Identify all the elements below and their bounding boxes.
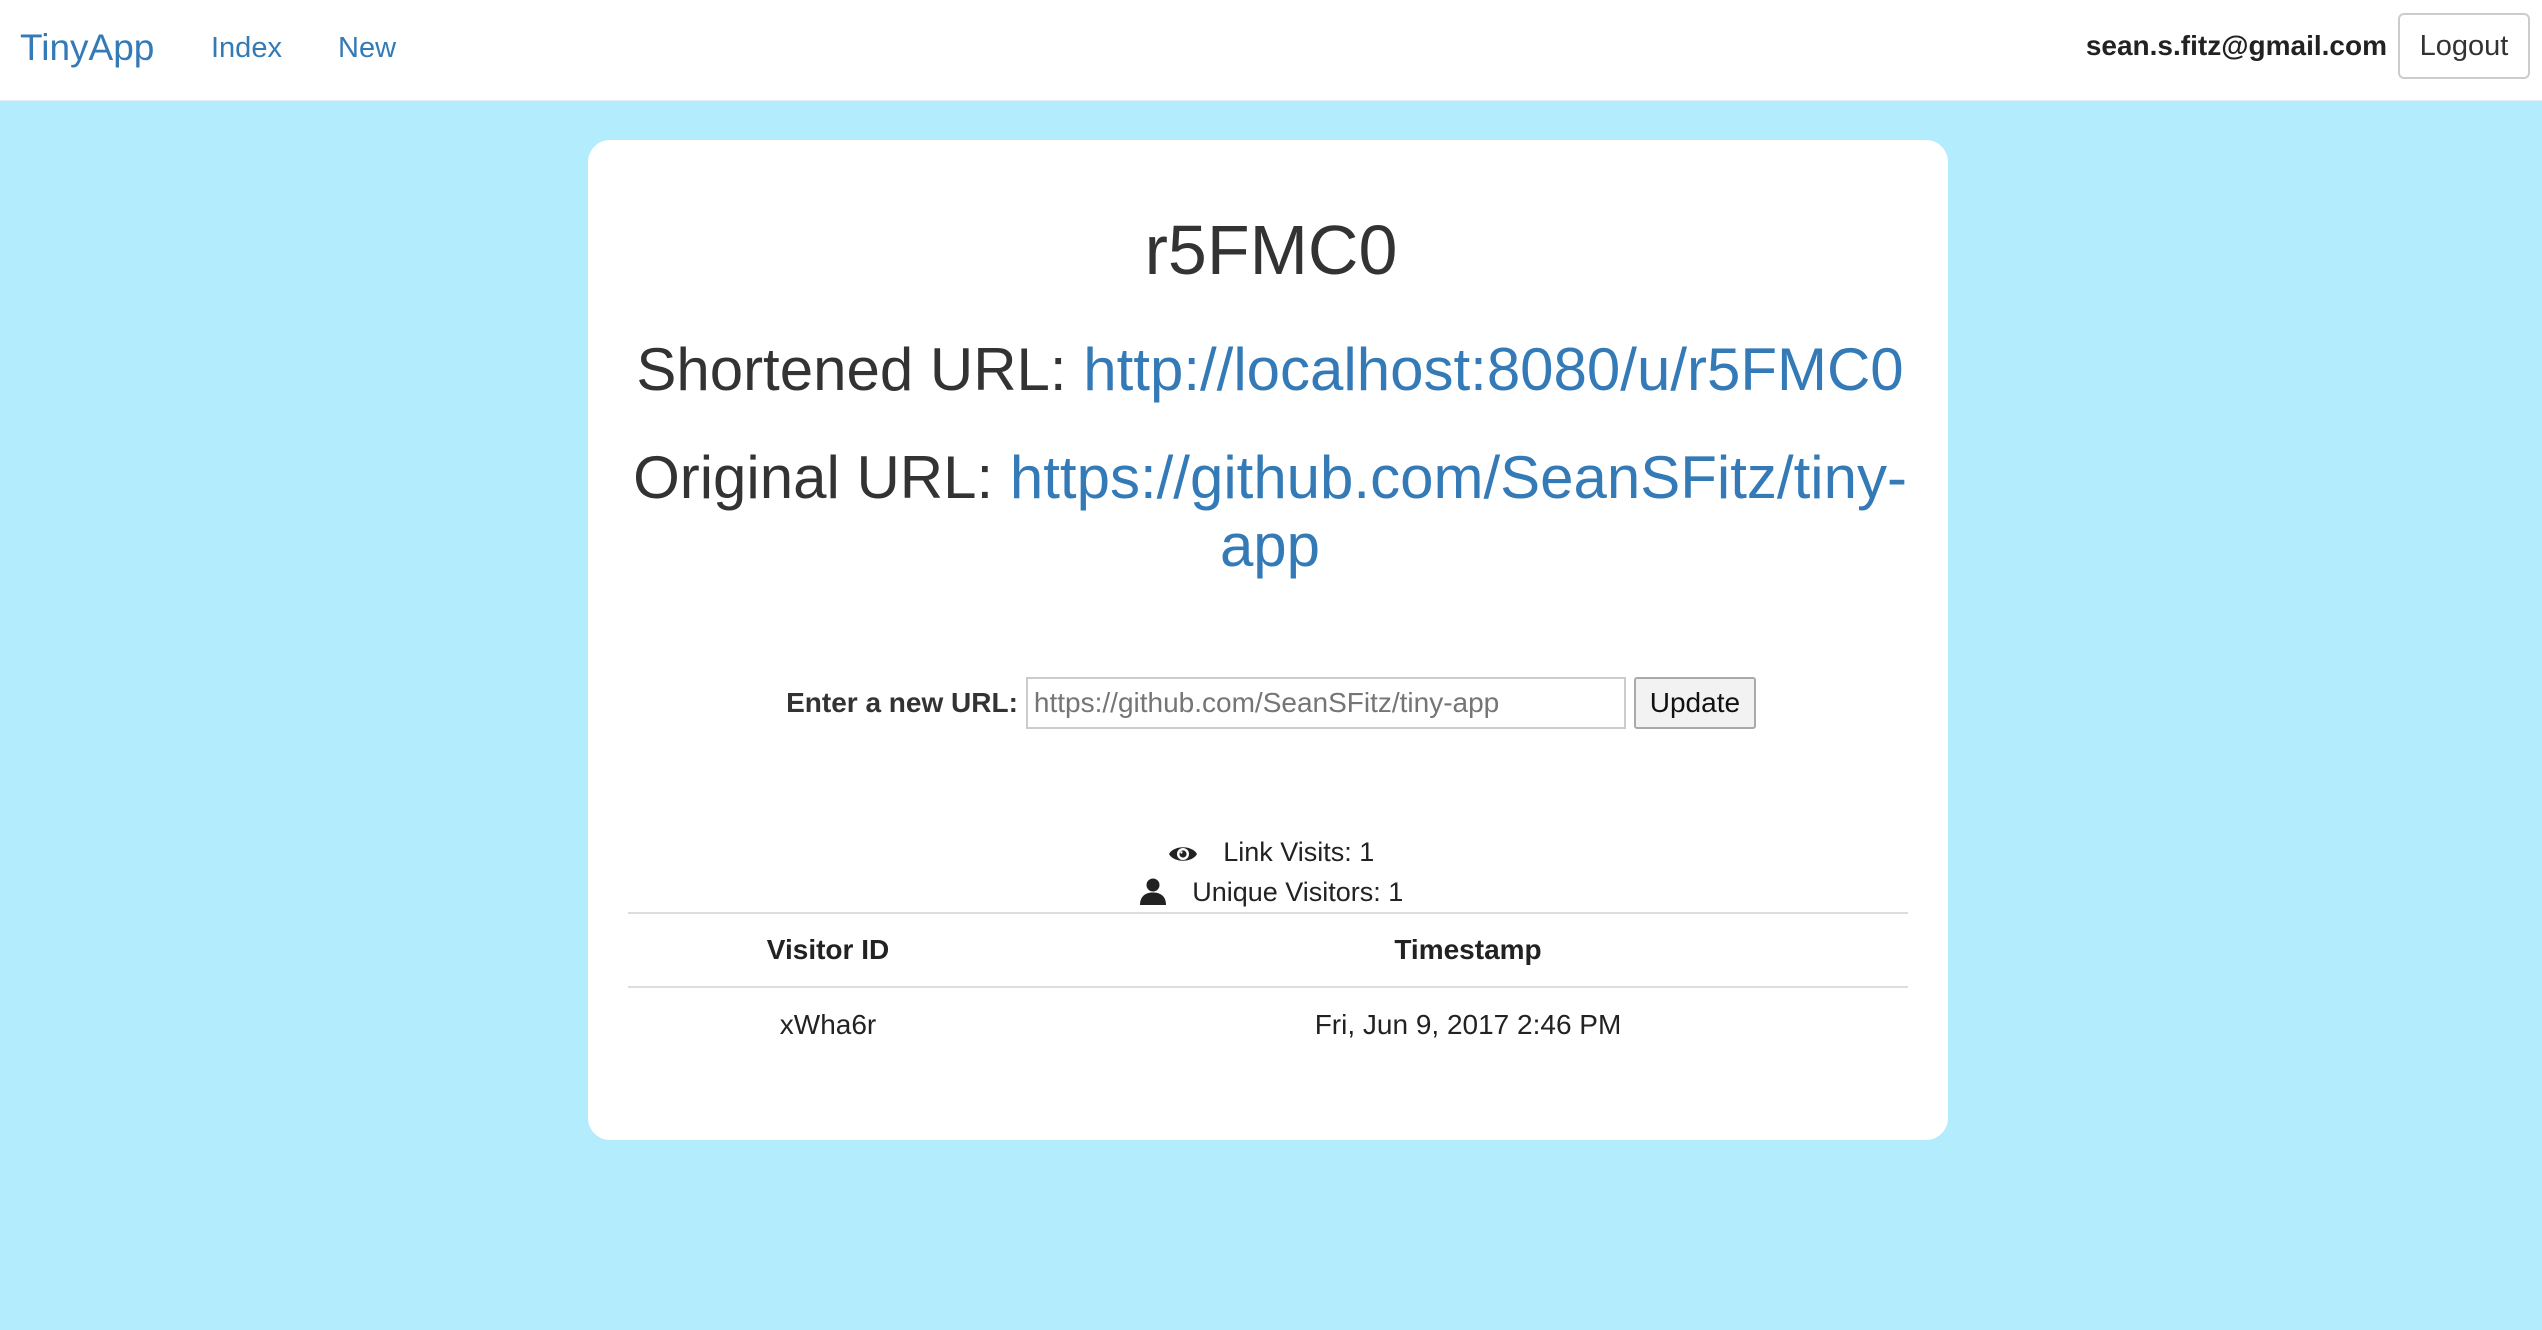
- new-url-label: Enter a new URL:: [786, 687, 1018, 718]
- unique-visitors-text: Unique Visitors: 1: [1192, 877, 1404, 907]
- table-header-row: Visitor ID Timestamp: [628, 912, 1908, 988]
- url-id-heading: r5FMC0: [1144, 211, 1398, 289]
- timestamp-cell: Fri, Jun 9, 2017 2:46 PM: [1314, 1009, 1622, 1040]
- link-visits-stat: Link Visits: 1: [0, 834, 2542, 874]
- update-button[interactable]: Update: [1633, 677, 1756, 729]
- shortened-url-label: Shortened URL:: [636, 336, 1067, 403]
- table-row: xWha6r Fri, Jun 9, 2017 2:46 PM: [628, 987, 1908, 1062]
- unique-visitors-stat: Unique Visitors: 1: [0, 874, 2542, 914]
- nav-link-index[interactable]: Index: [211, 30, 282, 66]
- user-icon: [1139, 877, 1167, 914]
- timestamp-header: Timestamp: [1028, 912, 1908, 988]
- original-url-link[interactable]: https://github.com/SeanSFitz/tiny-app: [1010, 444, 1907, 579]
- logout-button[interactable]: Logout: [2398, 13, 2530, 79]
- navbar: TinyApp Index New sean.s.fitz@gmail.com …: [0, 0, 2542, 101]
- link-visits-text: Link Visits: 1: [1223, 837, 1375, 867]
- visits-table: Visitor ID Timestamp xWha6r Fri, Jun 9, …: [628, 912, 1908, 1062]
- nav-link-new[interactable]: New: [338, 30, 396, 66]
- visitor-id-header: Visitor ID: [628, 912, 1028, 988]
- brand-link[interactable]: TinyApp: [20, 24, 154, 72]
- visitor-id-cell: xWha6r: [779, 1009, 877, 1040]
- shortened-url-link[interactable]: http://localhost:8080/u/r5FMC0: [1083, 336, 1903, 403]
- new-url-input[interactable]: [1025, 677, 1626, 729]
- eye-icon: [1168, 838, 1198, 874]
- original-url-heading: Original URL: https://github.com/SeanSFi…: [620, 444, 1920, 580]
- user-email: sean.s.fitz@gmail.com: [2085, 30, 2387, 61]
- shortened-url-heading: Shortened URL: http://localhost:8080/u/r…: [620, 336, 1920, 404]
- update-url-form: Enter a new URL: Update: [0, 676, 2542, 730]
- original-url-label: Original URL:: [633, 444, 994, 511]
